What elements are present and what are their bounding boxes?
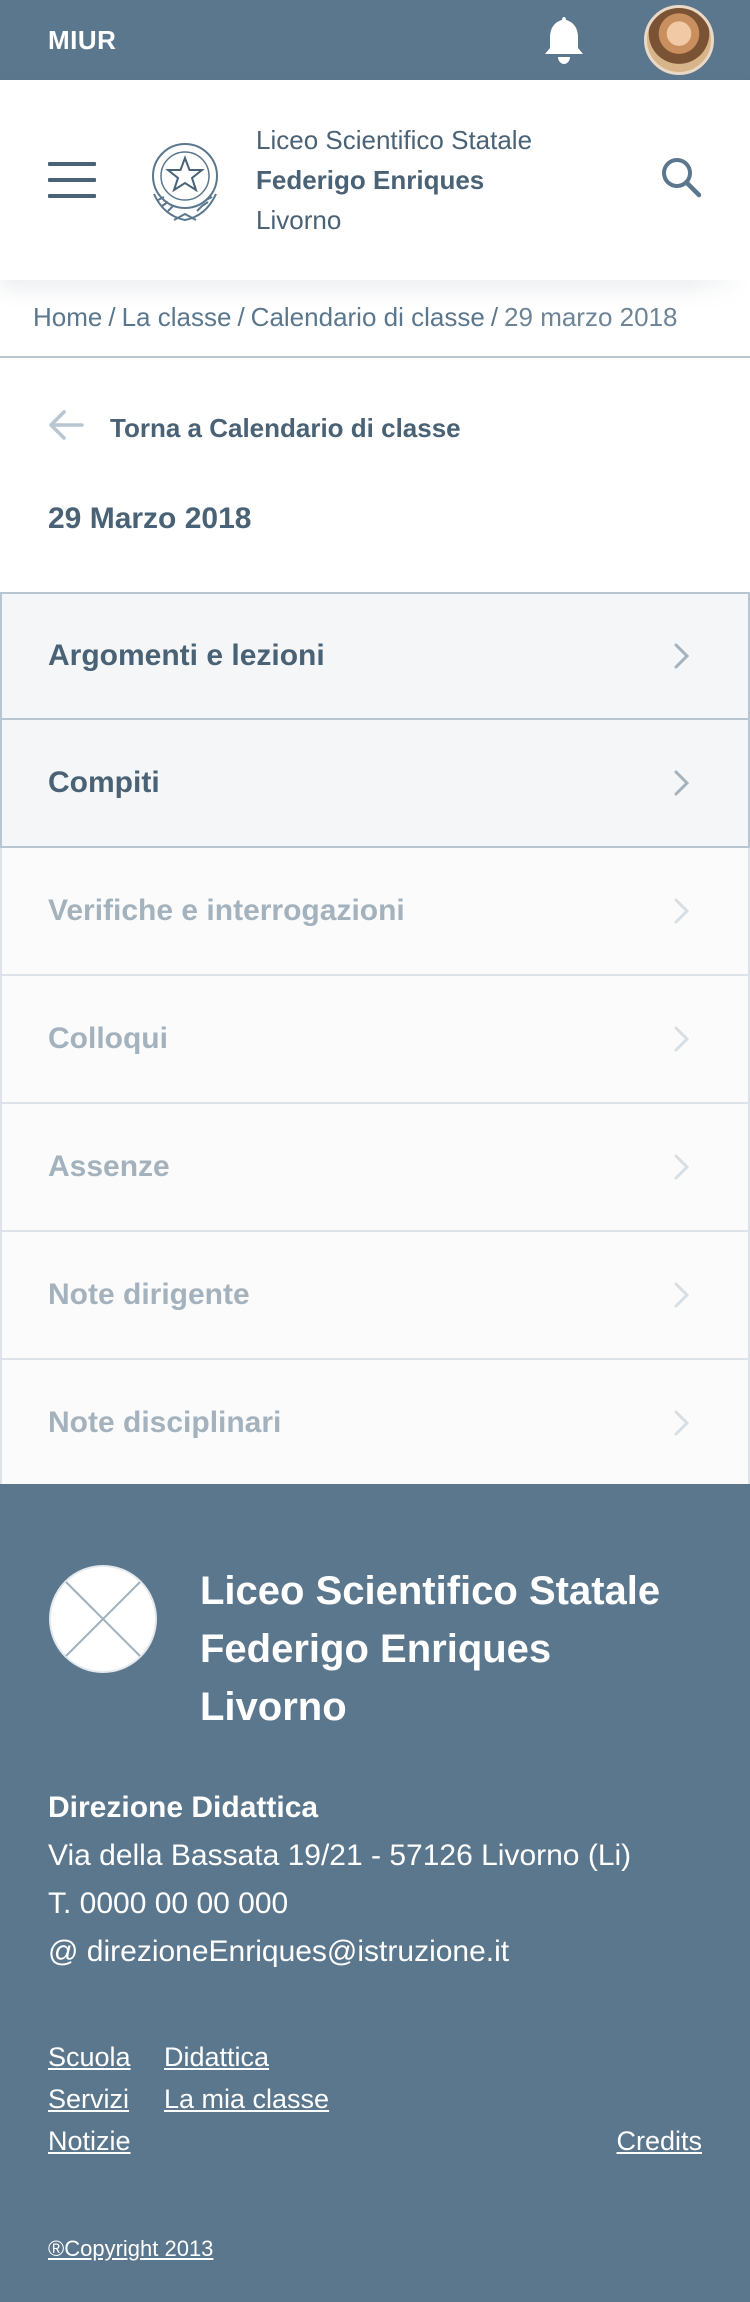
breadcrumb-calendario[interactable]: Calendario di classe: [251, 302, 485, 332]
footer-link-scuola[interactable]: Scuola: [48, 2042, 131, 2072]
back-link-label: Torna a Calendario di classe: [110, 412, 461, 443]
school-name[interactable]: Liceo Scientifico Statale Federigo Enriq…: [256, 120, 532, 240]
hamburger-menu-icon[interactable]: [48, 162, 96, 198]
chevron-right-icon: [674, 898, 690, 924]
footer-link-credits[interactable]: Credits: [616, 2120, 702, 2162]
bell-icon[interactable]: [540, 12, 588, 68]
menu-item-note-dirigente[interactable]: Note dirigente: [0, 1232, 750, 1360]
footer-link-servizi[interactable]: Servizi: [48, 2084, 129, 2114]
menu-item-label: Note disciplinari: [48, 1406, 282, 1439]
breadcrumb-fade: [690, 280, 750, 356]
breadcrumb-separator: /: [237, 302, 245, 332]
footer-school-name-line1: Liceo Scientifico Statale: [200, 1569, 661, 1613]
footer-phone: T. 0000 00 00 000: [48, 1887, 289, 1920]
footer-contacts: Direzione Didattica Via della Bassata 19…: [48, 1784, 631, 1976]
breadcrumb: Home / La classe / Calendario di classe/29 m…: [0, 280, 750, 358]
breadcrumb-separator: /: [490, 302, 499, 332]
menu-item-verifiche[interactable]: Verifiche e interrogazioni: [0, 848, 750, 976]
emblem-icon: [144, 134, 226, 226]
footer-copyright[interactable]: ®Copyright 2013: [48, 2236, 213, 2262]
footer-school-name: Liceo Scientifico Statale Federigo Enriq…: [200, 1562, 660, 1736]
search-icon[interactable]: [660, 156, 702, 198]
top-bar-actions: [540, 5, 714, 75]
menu-item-label: Note dirigente: [48, 1278, 250, 1311]
footer-link-didattica[interactable]: Didattica: [164, 2036, 269, 2078]
footer-contact-title: Direzione Didattica: [48, 1791, 319, 1824]
menu-item-label: Verifiche e interrogazioni: [48, 894, 405, 927]
menu-item-compiti[interactable]: Compiti: [0, 720, 750, 848]
footer-email: @ direzioneEnriques@istruzione.it: [48, 1935, 510, 1968]
menu-item-label: Assenze: [48, 1150, 170, 1183]
breadcrumb-separator: /: [108, 302, 116, 332]
chevron-right-icon: [674, 1154, 690, 1180]
breadcrumb-current: 29 marzo 2018: [504, 302, 678, 332]
day-sections-list: Argomenti e lezioni Compiti Verifiche e …: [0, 592, 750, 1488]
chevron-right-icon: [674, 643, 690, 669]
site-header: Liceo Scientifico Statale Federigo Enriq…: [0, 80, 750, 280]
footer-address: Via della Bassata 19/21 - 57126 Livorno …: [48, 1839, 632, 1872]
chevron-right-icon: [674, 1410, 690, 1436]
miur-label[interactable]: MIUR: [48, 25, 116, 56]
breadcrumb-home[interactable]: Home: [33, 302, 102, 332]
menu-item-colloqui[interactable]: Colloqui: [0, 976, 750, 1104]
site-footer: Liceo Scientifico Statale Federigo Enriq…: [0, 1484, 750, 2302]
footer-logo-placeholder-icon: [48, 1564, 158, 1674]
menu-item-note-disciplinari[interactable]: Note disciplinari: [0, 1360, 750, 1488]
footer-school-name-line3: Livorno: [200, 1685, 347, 1729]
arrow-left-icon: [48, 409, 84, 448]
menu-item-assenze[interactable]: Assenze: [0, 1104, 750, 1232]
menu-item-label: Colloqui: [48, 1022, 168, 1055]
footer-school-name-line2: Federigo Enriques: [200, 1627, 552, 1671]
footer-link-la-mia-classe[interactable]: La mia classe: [164, 2078, 329, 2120]
menu-item-label: Compiti: [48, 766, 160, 799]
back-link[interactable]: Torna a Calendario di classe: [48, 408, 461, 448]
page-title: 29 Marzo 2018: [48, 502, 252, 535]
chevron-right-icon: [674, 770, 690, 796]
chevron-right-icon: [674, 1026, 690, 1052]
footer-link-notizie[interactable]: Notizie: [48, 2126, 131, 2156]
top-bar: MIUR: [0, 0, 750, 80]
school-name-line1: Liceo Scientifico Statale: [256, 125, 533, 155]
menu-item-label: Argomenti e lezioni: [48, 639, 325, 672]
breadcrumb-la-classe[interactable]: La classe: [122, 302, 232, 332]
user-avatar[interactable]: [644, 5, 714, 75]
school-name-line2: Federigo Enriques: [256, 165, 485, 195]
school-name-line3: Livorno: [256, 205, 342, 235]
chevron-right-icon: [674, 1282, 690, 1308]
menu-item-argomenti[interactable]: Argomenti e lezioni: [0, 592, 750, 720]
footer-links: Scuola Didattica Servizi La mia classe N…: [48, 2036, 702, 2162]
